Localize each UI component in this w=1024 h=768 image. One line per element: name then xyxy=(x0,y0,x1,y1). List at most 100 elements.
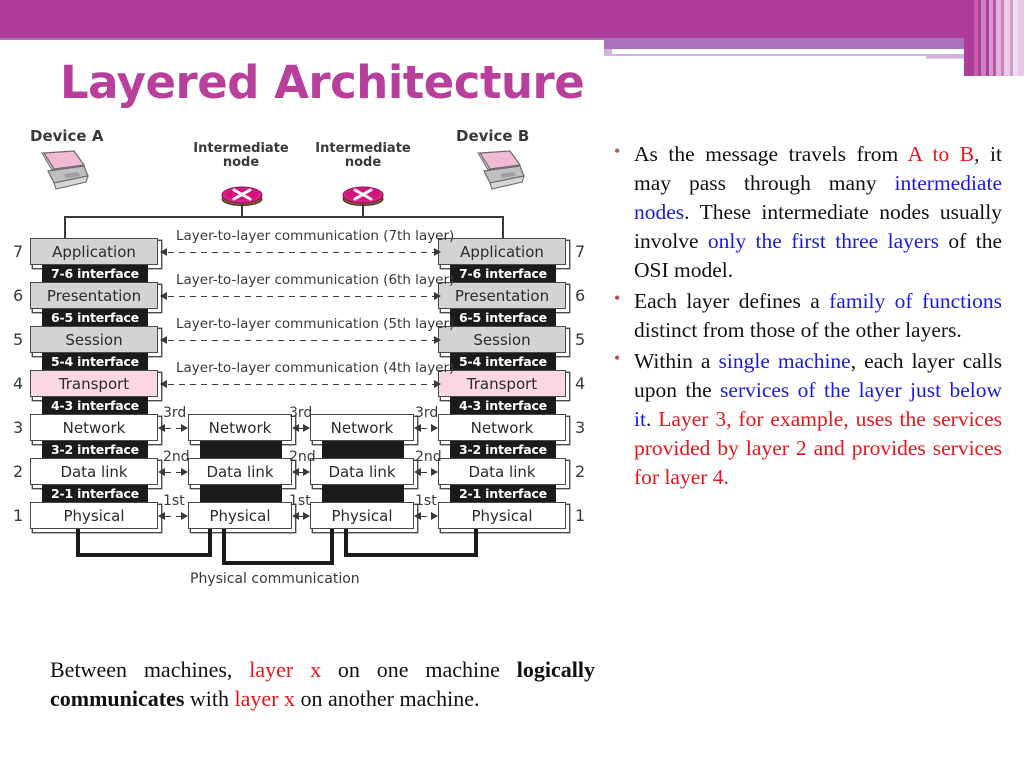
header-band-dark xyxy=(0,0,1024,38)
hop-arrowhead-left-2nd-3 xyxy=(414,467,421,476)
text-run: Within a xyxy=(634,349,719,374)
device-a-interface-1: 7-6 interface xyxy=(42,265,148,282)
text-run: Between machines, xyxy=(50,657,250,682)
hop-label-1st-1: 1st xyxy=(163,492,185,509)
device-b-label: Device B xyxy=(456,127,530,145)
device-a-layer-number-6: 6 xyxy=(13,286,24,305)
device-b-layer-number-5: 5 xyxy=(575,330,586,349)
physical-link-1-left-drop xyxy=(76,529,80,553)
device-a-layer-6: Presentation xyxy=(30,282,158,309)
device-b-layer-6: Presentation xyxy=(438,282,566,309)
device-b-layer-number-4: 4 xyxy=(575,374,586,393)
hop-arrow-1st-1 xyxy=(165,515,181,517)
bus-drop-node1 xyxy=(241,204,244,217)
layer-to-layer-arrowhead-left-7 xyxy=(160,247,167,256)
intermediate-node-label-2: Intermediate node xyxy=(315,141,411,171)
device-a-interface-2: 6-5 interface xyxy=(42,309,148,326)
intermediate-node-router-icon-1 xyxy=(220,184,264,206)
device-a-layer-3: Network xyxy=(30,414,158,441)
intermediate-node2-layer-3: Network xyxy=(310,414,414,441)
physical-link-3-right-drop xyxy=(474,529,478,553)
hop-label-3rd-3: 3rd xyxy=(415,404,439,421)
hop-arrowhead-right-1st-1 xyxy=(181,511,188,520)
hop-label-1st-2: 1st xyxy=(289,492,311,509)
device-a-layer-2: Data link xyxy=(30,458,158,485)
device-a-layer-4: Transport xyxy=(30,370,158,397)
hop-arrowhead-right-3rd-2 xyxy=(303,423,310,432)
intermediate-node1-layer-2: Data link xyxy=(188,458,292,485)
layer-to-layer-arrowhead-right-4 xyxy=(434,379,441,388)
hop-arrowhead-right-3rd-1 xyxy=(181,423,188,432)
hop-label-2nd-3: 2nd xyxy=(415,448,442,465)
hop-arrowhead-left-3rd-3 xyxy=(414,423,421,432)
bus-drop-b xyxy=(502,216,505,238)
hop-label-2nd-2: 2nd xyxy=(289,448,316,465)
device-a-layer-number-7: 7 xyxy=(13,242,24,261)
device-b-layer-number-7: 7 xyxy=(575,242,586,261)
device-a-interface-4: 4-3 interface xyxy=(42,397,148,414)
device-b-interface-1: 7-6 interface xyxy=(450,265,556,282)
text-run: on another machine. xyxy=(295,686,480,712)
text-run: single machine xyxy=(718,349,851,374)
device-b-layer-2: Data link xyxy=(438,458,566,485)
device-b-interface-4: 4-3 interface xyxy=(450,397,556,414)
layer-to-layer-label-7: Layer-to-layer communication (7th layer) xyxy=(176,227,455,244)
bus-drop-a xyxy=(64,216,67,238)
intermediate-node1-interface-2 xyxy=(200,485,282,502)
physical-link-3-left-drop xyxy=(344,529,348,553)
hop-arrowhead-left-3rd-2 xyxy=(292,423,299,432)
bullet-1: As the message travels from A to B, it m… xyxy=(606,139,1002,285)
hop-arrow-2nd-1 xyxy=(165,471,181,473)
device-b-layer-3: Network xyxy=(438,414,566,441)
device-a-layer-7: Application xyxy=(30,238,158,265)
hop-arrowhead-right-2nd-2 xyxy=(303,467,310,476)
intermediate-node2-layer-2: Data link xyxy=(310,458,414,485)
layer-to-layer-arrowhead-right-6 xyxy=(434,291,441,300)
hop-arrowhead-right-1st-2 xyxy=(303,511,310,520)
device-a-layer-number-1: 1 xyxy=(13,506,24,525)
intermediate-node2-interface-2 xyxy=(322,485,404,502)
device-b-layer-5: Session xyxy=(438,326,566,353)
header-stripe xyxy=(1018,0,1024,76)
physical-link-2-right-drop xyxy=(330,529,334,561)
hop-label-3rd-2: 3rd xyxy=(289,404,313,421)
header-stripe xyxy=(964,0,974,76)
layer-to-layer-arrow-7 xyxy=(168,251,434,253)
device-a-interface-6: 2-1 interface xyxy=(42,485,148,502)
bottom-caption: Between machines, layer x on one machine… xyxy=(50,655,595,713)
layer-to-layer-arrowhead-left-6 xyxy=(160,291,167,300)
layer-to-layer-arrowhead-right-5 xyxy=(434,335,441,344)
hop-arrow-3rd-1 xyxy=(165,427,181,429)
hop-arrowhead-right-2nd-1 xyxy=(181,467,188,476)
top-bus-line xyxy=(64,216,504,219)
layer-to-layer-arrowhead-left-5 xyxy=(160,335,167,344)
text-run: distinct from those of the other layers. xyxy=(634,318,962,343)
physical-link-2-bar xyxy=(222,561,334,565)
device-a-layer-number-4: 4 xyxy=(13,374,24,393)
layer-to-layer-label-6: Layer-to-layer communication (6th layer) xyxy=(176,271,455,288)
hop-arrowhead-right-1st-3 xyxy=(431,511,438,520)
text-run: family of functions xyxy=(829,289,1002,314)
hop-arrowhead-left-3rd-1 xyxy=(158,423,165,432)
device-a-interface-3: 5-4 interface xyxy=(42,353,148,370)
header-vertical-stripes xyxy=(964,0,1024,76)
device-b-laptop-icon xyxy=(474,149,526,193)
bullet-2: Each layer defines a family of functions… xyxy=(606,286,1002,345)
device-a-layer-5: Session xyxy=(30,326,158,353)
device-b-layer-number-2: 2 xyxy=(575,462,586,481)
physical-link-1-bar xyxy=(76,553,212,557)
device-a-layer-number-5: 5 xyxy=(13,330,24,349)
intermediate-node1-layer-3: Network xyxy=(188,414,292,441)
layer-to-layer-arrow-5 xyxy=(168,339,434,341)
text-run: on one machine xyxy=(321,657,517,682)
text-run: layer x xyxy=(249,657,322,682)
bullet-3: Within a single machine, each layer call… xyxy=(606,346,1002,492)
hop-arrowhead-right-3rd-3 xyxy=(431,423,438,432)
device-b-layer-4: Transport xyxy=(438,370,566,397)
hop-label-1st-3: 1st xyxy=(415,492,437,509)
intermediate-node1-interface-1 xyxy=(200,441,282,458)
hop-arrowhead-left-2nd-1 xyxy=(158,467,165,476)
layer-to-layer-label-4: Layer-to-layer communication (4th layer) xyxy=(176,359,455,376)
text-run: with xyxy=(184,686,235,712)
text-run: . xyxy=(645,407,659,432)
